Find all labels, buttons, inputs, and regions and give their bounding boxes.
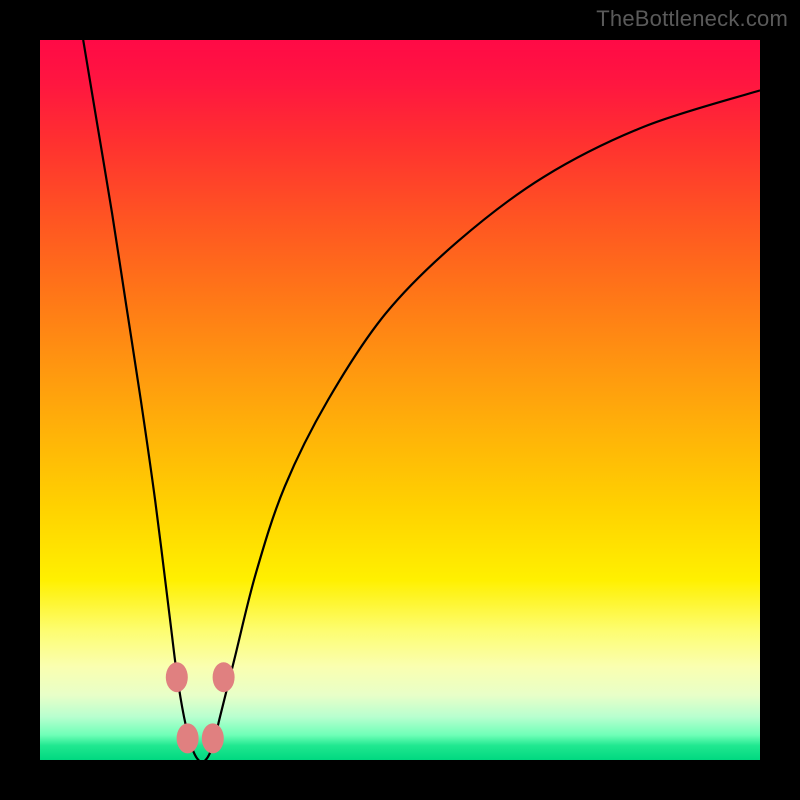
bottleneck-curve-svg	[40, 40, 760, 760]
bottleneck-curve-path	[83, 40, 760, 760]
curve-marker	[213, 662, 235, 692]
chart-plot-area	[40, 40, 760, 760]
curve-marker	[177, 723, 199, 753]
curve-marker	[202, 723, 224, 753]
curve-markers	[166, 662, 235, 753]
curve-marker	[166, 662, 188, 692]
watermark-text: TheBottleneck.com	[596, 6, 788, 32]
